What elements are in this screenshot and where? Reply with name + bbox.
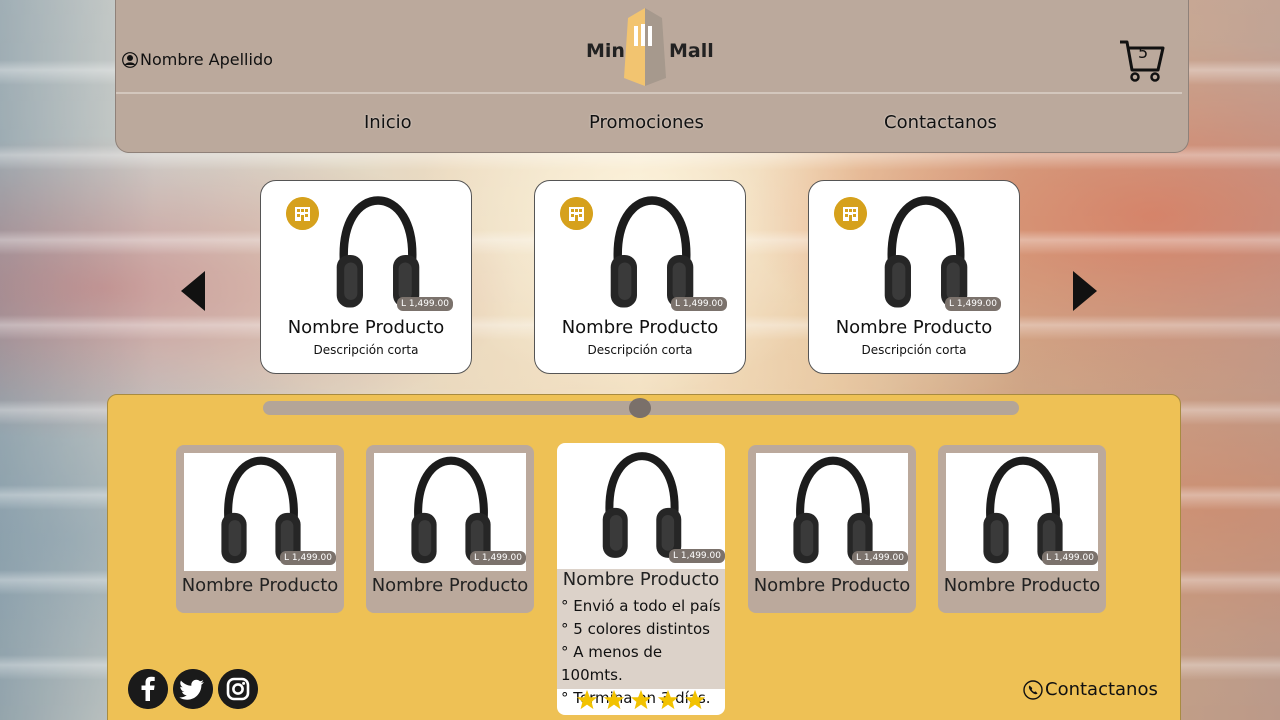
nav-contactanos[interactable]: Contactanos <box>884 112 997 133</box>
product-name: Nombre Producto <box>287 317 445 338</box>
product-description: Descripción corta <box>313 343 419 357</box>
product-description: Descripción corta <box>587 343 693 357</box>
logo[interactable]: Mini Mall <box>586 8 714 88</box>
instagram-icon[interactable] <box>218 669 258 709</box>
cart-count: 5 <box>1138 43 1149 62</box>
nav-promociones[interactable]: Promociones <box>589 112 704 133</box>
rating-stars <box>576 689 706 711</box>
header: Nombre Apellido Mini Mall 5 Inicio Promo… <box>115 0 1189 153</box>
price-tag: L 1,499.00 <box>470 551 526 565</box>
product-tile[interactable]: L 1,499.00 Nombre Producto <box>366 445 534 613</box>
header-divider <box>116 92 1182 94</box>
headphones-image <box>597 449 687 565</box>
price-tag: L 1,499.00 <box>852 551 908 565</box>
user-icon <box>122 51 138 68</box>
feature-item: ° 5 colores distintos <box>561 620 710 638</box>
product-name: Nombre Producto <box>562 569 720 590</box>
feature-item: ° Envió a todo el país <box>561 597 721 615</box>
product-name: Nombre Producto <box>371 575 529 596</box>
product-name: Nombre Producto <box>181 575 339 596</box>
products-panel: L 1,499.00 Nombre Producto L 1,499.00 No… <box>107 394 1181 720</box>
star-icon <box>603 689 625 710</box>
star-icon <box>657 689 679 710</box>
facebook-icon[interactable] <box>128 669 168 709</box>
building-logo-icon <box>624 8 666 86</box>
user-profile[interactable]: Nombre Apellido <box>122 50 273 69</box>
store-building-icon <box>286 197 319 230</box>
price-tag: L 1,499.00 <box>669 549 725 563</box>
nav-inicio[interactable]: Inicio <box>364 112 412 133</box>
product-tile[interactable]: L 1,499.00 Nombre Producto <box>938 445 1106 613</box>
price-tag: L 1,499.00 <box>1042 551 1098 565</box>
contact-link[interactable]: Contactanos <box>1023 679 1158 700</box>
carousel-next-button[interactable] <box>1073 271 1097 311</box>
user-name: Nombre Apellido <box>140 50 273 69</box>
price-tag: L 1,499.00 <box>397 297 453 311</box>
star-icon <box>630 689 652 710</box>
store-building-icon <box>560 197 593 230</box>
cart-button[interactable]: 5 <box>1118 38 1166 82</box>
product-name: Nombre Producto <box>753 575 911 596</box>
carousel-card[interactable]: L 1,499.00 Nombre Producto Descripción c… <box>808 180 1020 374</box>
carousel-slider-thumb[interactable] <box>629 398 651 418</box>
featured-product-tile[interactable]: L 1,499.00 Nombre Producto ° Envió a tod… <box>557 443 725 715</box>
price-tag: L 1,499.00 <box>280 551 336 565</box>
price-tag: L 1,499.00 <box>671 297 727 311</box>
carousel-card[interactable]: L 1,499.00 Nombre Producto Descripción c… <box>534 180 746 374</box>
logo-text-right: Mall <box>669 40 714 62</box>
product-name: Nombre Producto <box>561 317 719 338</box>
phone-icon <box>1023 679 1043 700</box>
product-name: Nombre Producto <box>943 575 1101 596</box>
product-description: Descripción corta <box>861 343 967 357</box>
feature-item: ° A menos de 100mts. <box>561 643 663 684</box>
product-name: Nombre Producto <box>835 317 993 338</box>
product-tile[interactable]: L 1,499.00 Nombre Producto <box>176 445 344 613</box>
store-building-icon <box>834 197 867 230</box>
carousel-card[interactable]: L 1,499.00 Nombre Producto Descripción c… <box>260 180 472 374</box>
star-icon <box>576 689 598 710</box>
contact-label: Contactanos <box>1045 679 1158 700</box>
carousel-prev-button[interactable] <box>181 271 205 311</box>
twitter-icon[interactable] <box>173 669 213 709</box>
star-icon <box>684 689 706 710</box>
price-tag: L 1,499.00 <box>945 297 1001 311</box>
product-tile[interactable]: L 1,499.00 Nombre Producto <box>748 445 916 613</box>
